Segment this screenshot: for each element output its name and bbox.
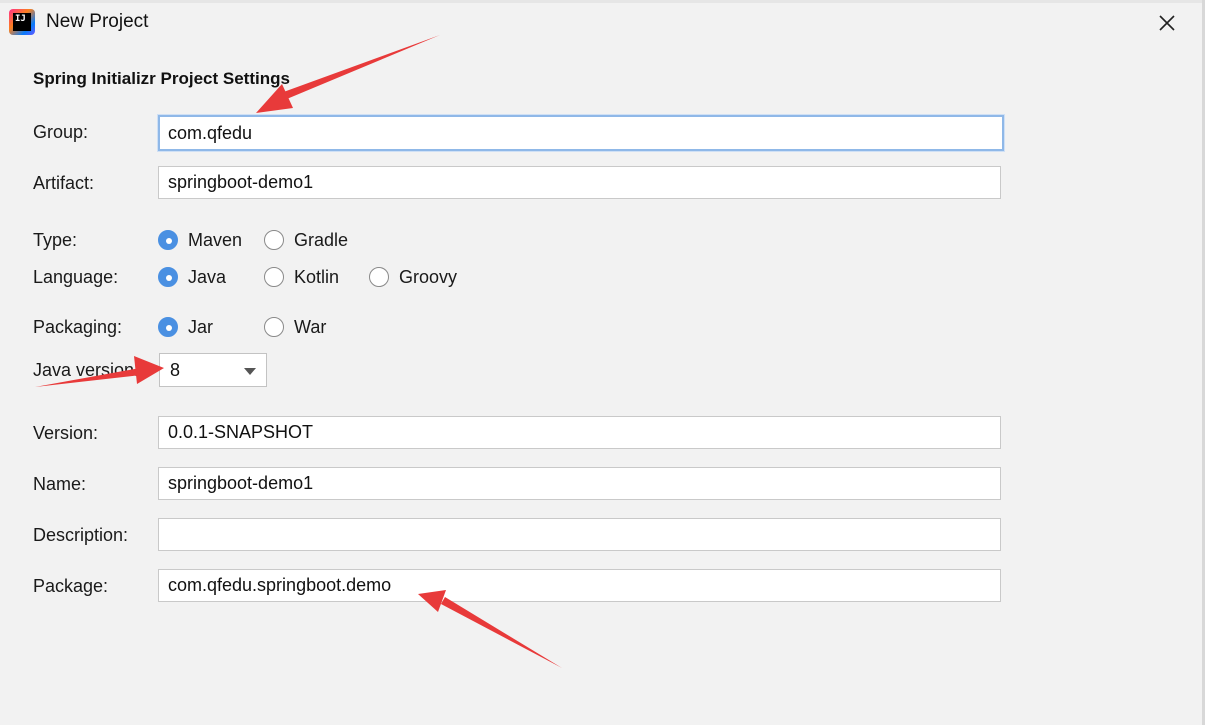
artifact-label: Artifact: <box>33 173 95 193</box>
radio-label: Kotlin <box>294 266 340 287</box>
radio-label: Jar <box>188 316 214 337</box>
description-field[interactable] <box>158 518 1001 551</box>
radio-checked-icon <box>158 317 178 337</box>
radio-unchecked-icon <box>369 267 389 287</box>
package-label: Package: <box>33 576 109 596</box>
radio-label: War <box>294 316 327 337</box>
section-title: Spring Initializr Project Settings <box>33 69 290 88</box>
name-field[interactable] <box>158 467 1001 500</box>
radio-checked-icon <box>158 230 178 250</box>
language-radio-groovy[interactable]: Groovy <box>369 264 457 290</box>
java-version-label: Java version: <box>33 360 140 380</box>
title-bar: IJ New Project <box>0 0 1205 46</box>
group-field[interactable] <box>158 115 1004 151</box>
packaging-radio-jar[interactable]: Jar <box>158 314 213 340</box>
radio-label: Gradle <box>294 229 349 250</box>
close-button[interactable] <box>1150 6 1184 40</box>
packaging-label: Packaging: <box>33 317 123 337</box>
intellij-idea-icon: IJ <box>9 9 35 35</box>
radio-label: Maven <box>188 229 243 250</box>
chevron-down-icon <box>244 368 256 375</box>
radio-unchecked-icon <box>264 317 284 337</box>
packaging-radio-war[interactable]: War <box>264 314 326 340</box>
version-field[interactable] <box>158 416 1001 449</box>
radio-label: Groovy <box>399 266 458 287</box>
artifact-field[interactable] <box>158 166 1001 199</box>
radio-unchecked-icon <box>264 230 284 250</box>
radio-unchecked-icon <box>264 267 284 287</box>
description-label: Description: <box>33 525 129 545</box>
group-label: Group: <box>33 122 89 142</box>
java-version-value: 8 <box>170 360 181 380</box>
window-title: New Project <box>46 11 149 32</box>
language-label: Language: <box>33 267 119 287</box>
close-icon <box>1159 15 1175 31</box>
name-label: Name: <box>33 474 87 494</box>
language-radio-java[interactable]: Java <box>158 264 226 290</box>
type-radio-maven[interactable]: Maven <box>158 227 242 253</box>
radio-label: Java <box>188 266 227 287</box>
java-version-select[interactable]: 8 <box>159 353 267 387</box>
package-field[interactable] <box>158 569 1001 602</box>
radio-checked-icon <box>158 267 178 287</box>
version-label: Version: <box>33 423 99 443</box>
type-radio-gradle[interactable]: Gradle <box>264 227 348 253</box>
language-radio-kotlin[interactable]: Kotlin <box>264 264 339 290</box>
type-label: Type: <box>33 230 78 250</box>
